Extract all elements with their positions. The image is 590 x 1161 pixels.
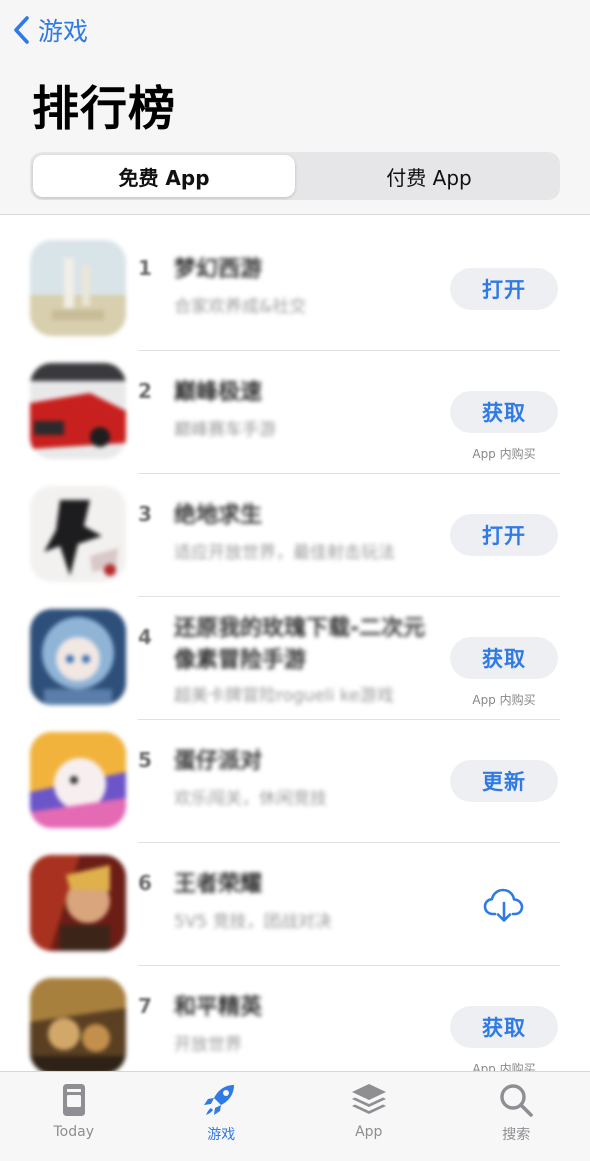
app-subtitle: 超美卡牌冒险rogueli ke游戏 (174, 681, 434, 706)
cloud-download-icon[interactable] (482, 883, 526, 927)
get-button[interactable]: 获取 (450, 391, 558, 433)
back-label: 游戏 (38, 12, 88, 48)
app-subtitle: 巅峰赛车手游 (174, 415, 434, 440)
segment-free[interactable]: 免费 App (33, 155, 295, 197)
app-name: 王者荣耀 (174, 869, 434, 901)
tab-apps[interactable]: App (295, 1072, 443, 1161)
rocket-icon (201, 1080, 241, 1120)
segment-paid[interactable]: 付费 App (298, 152, 560, 200)
tab-bar: Today 游戏 App 搜索 (0, 1071, 590, 1161)
list-item[interactable]: 2 巅峰极速 巅峰赛车手游 获取 App 内购买 (0, 351, 590, 474)
chevron-left-icon (12, 15, 30, 45)
app-icon (30, 363, 126, 459)
app-subtitle: 开放世界 (174, 1030, 434, 1055)
tab-label: Today (54, 1124, 95, 1140)
app-name: 绝地求生 (174, 500, 434, 532)
in-app-purchase-label: App 内购买 (450, 691, 558, 708)
app-subtitle: 5V5 竞技，团战对决 (174, 907, 434, 932)
rank-number: 5 (138, 748, 152, 772)
rank-number: 3 (138, 502, 152, 526)
tab-games[interactable]: 游戏 (148, 1072, 296, 1161)
app-name: 还原我的玫瑰下载-二次元像素冒险手游 (174, 613, 434, 677)
list-item[interactable]: 3 绝地求生 适应开放世界，最佳射击玩法 打开 (0, 474, 590, 597)
app-subtitle: 适应开放世界，最佳射击玩法 (174, 538, 434, 563)
app-icon (30, 732, 126, 828)
list-item[interactable]: 6 王者荣耀 5V5 竞技，团战对决 (0, 843, 590, 966)
list-item[interactable]: 5 蛋仔派对 欢乐闯关，休闲竞技 更新 (0, 720, 590, 843)
app-icon (30, 978, 126, 1074)
app-icon (30, 486, 126, 582)
today-icon (54, 1080, 94, 1120)
app-name: 巅峰极速 (174, 377, 434, 409)
app-icon (30, 609, 126, 705)
get-button[interactable]: 获取 (450, 1006, 558, 1048)
search-icon (496, 1080, 536, 1120)
apps-stack-icon (349, 1080, 389, 1120)
open-button[interactable]: 打开 (450, 268, 558, 310)
app-icon (30, 855, 126, 951)
in-app-purchase-label: App 内购买 (450, 445, 558, 462)
back-button[interactable]: 游戏 (12, 12, 88, 48)
app-subtitle: 合家欢养成&社交 (174, 292, 434, 317)
rank-number: 7 (138, 994, 152, 1018)
open-button[interactable]: 打开 (450, 514, 558, 556)
tab-today[interactable]: Today (0, 1072, 148, 1161)
update-button[interactable]: 更新 (450, 760, 558, 802)
tab-search[interactable]: 搜索 (443, 1072, 590, 1161)
app-name: 和平精英 (174, 992, 434, 1024)
app-name: 梦幻西游 (174, 254, 434, 286)
segmented-control: 免费 App 付费 App (30, 152, 560, 200)
get-button[interactable]: 获取 (450, 637, 558, 679)
page-title: 排行榜 (32, 70, 176, 139)
header: 游戏 排行榜 免费 App 付费 App (0, 0, 590, 215)
rank-number: 2 (138, 379, 152, 403)
app-icon (30, 240, 126, 336)
rank-number: 6 (138, 871, 152, 895)
ranking-list: 1 梦幻西游 合家欢养成&社交 打开 2 巅峰极速 巅峰赛车手游 获取 App … (0, 228, 590, 1089)
tab-label: 搜索 (502, 1124, 530, 1144)
list-item[interactable]: 1 梦幻西游 合家欢养成&社交 打开 (0, 228, 590, 351)
list-item[interactable]: 4 还原我的玫瑰下载-二次元像素冒险手游 超美卡牌冒险rogueli ke游戏 … (0, 597, 590, 720)
app-name: 蛋仔派对 (174, 746, 434, 778)
rank-number: 4 (138, 625, 152, 649)
app-subtitle: 欢乐闯关，休闲竞技 (174, 784, 434, 809)
rank-number: 1 (138, 256, 152, 280)
tab-label: App (355, 1124, 382, 1140)
tab-label: 游戏 (207, 1124, 235, 1144)
